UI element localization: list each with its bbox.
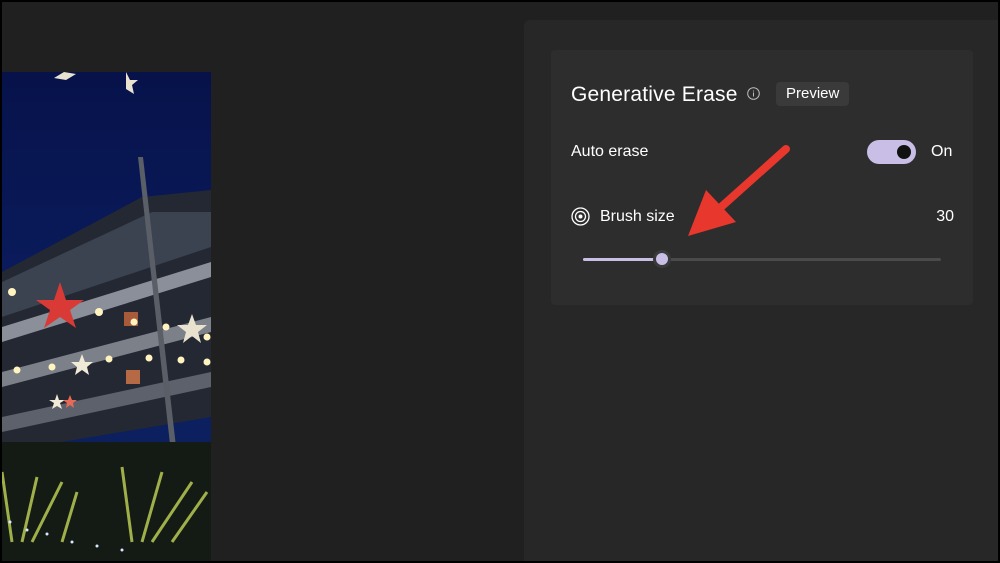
brush-size-label: Brush size (600, 208, 675, 225)
info-icon[interactable] (747, 87, 760, 100)
photo-preview[interactable] (2, 72, 211, 562)
image-canvas (0, 0, 524, 563)
panel-title: Generative Erase (571, 83, 738, 106)
slider-thumb[interactable] (652, 250, 671, 268)
brush-size-slider[interactable] (583, 250, 941, 268)
brush-size-value: 30 (936, 208, 954, 225)
side-panel: Generative Erase Preview Auto erase On B… (524, 20, 998, 563)
concentric-circles-icon (571, 207, 590, 226)
generative-erase-card: Generative Erase Preview Auto erase On B… (551, 50, 973, 305)
preview-badge: Preview (776, 82, 850, 106)
auto-erase-toggle[interactable] (867, 140, 916, 164)
auto-erase-label: Auto erase (571, 143, 649, 160)
auto-erase-state: On (931, 143, 953, 160)
slider-fill (583, 258, 662, 261)
toggle-knob (897, 145, 911, 159)
